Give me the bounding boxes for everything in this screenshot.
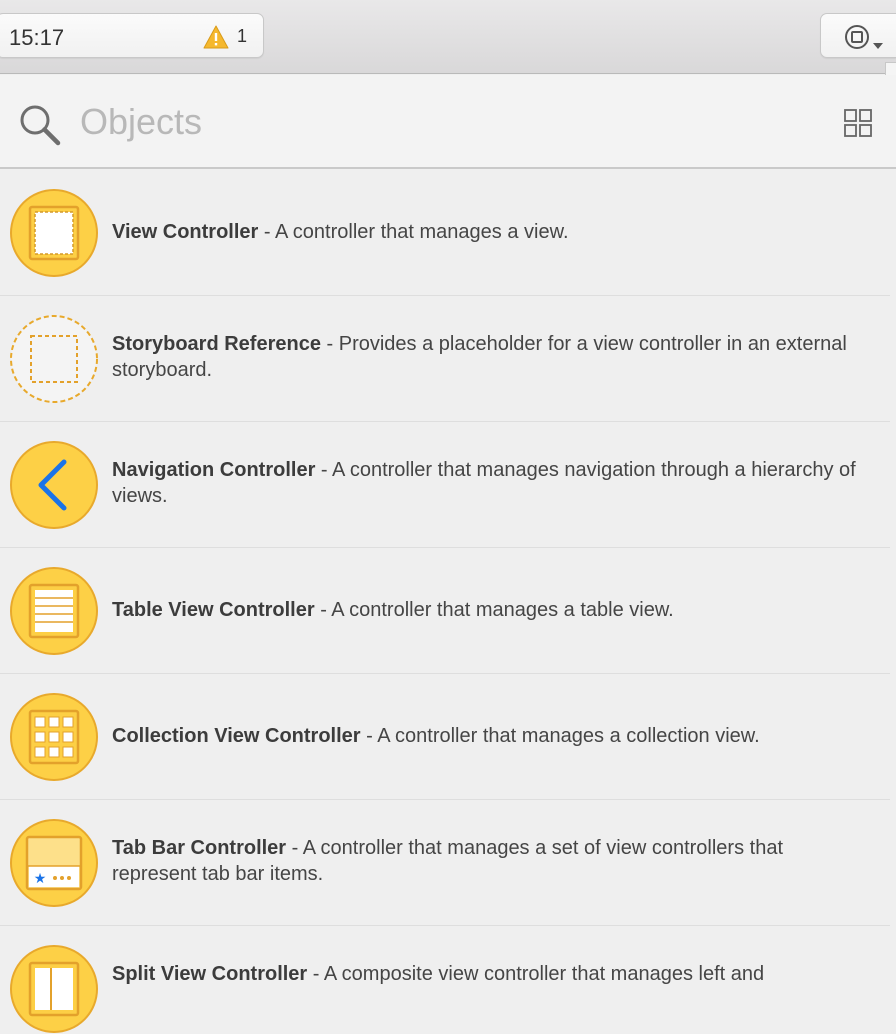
list-item-navigation-controller[interactable]: Navigation Controller - A controller tha… bbox=[0, 422, 890, 548]
list-item-title: Tab Bar Controller bbox=[112, 837, 287, 859]
table-view-icon bbox=[10, 567, 98, 655]
list-item-table-view-controller[interactable]: Table View Controller - A controller tha… bbox=[0, 548, 890, 674]
list-item-description: - A controller that manages a view. bbox=[258, 221, 569, 243]
list-item-title: View Controller bbox=[112, 221, 259, 243]
tab-bar-icon: ★ bbox=[10, 819, 98, 907]
list-item-text: Split View Controller - A composite view… bbox=[112, 961, 872, 987]
list-item-text: Tab Bar Controller - A controller that m… bbox=[112, 835, 872, 887]
list-item-split-view-controller[interactable]: Split View Controller - A composite view… bbox=[0, 926, 890, 1033]
scheme-stop-button[interactable] bbox=[820, 13, 896, 58]
list-item-tab-bar-controller[interactable]: ★ Tab Bar Controller - A controller that… bbox=[0, 800, 890, 926]
search-icon bbox=[20, 105, 61, 146]
navigation-back-chevron-icon bbox=[10, 441, 98, 529]
list-item-view-controller[interactable]: View Controller - A controller that mana… bbox=[0, 170, 890, 296]
status-time: 15:17 bbox=[9, 25, 65, 50]
collection-view-icon bbox=[10, 693, 98, 781]
list-item-title: Table View Controller bbox=[112, 599, 315, 621]
warning-icon[interactable] bbox=[203, 25, 229, 49]
search-input[interactable] bbox=[80, 97, 780, 147]
list-item-title: Collection View Controller bbox=[112, 725, 361, 747]
activity-status[interactable]: 15:17 1 bbox=[0, 13, 264, 58]
list-item-title: Split View Controller bbox=[112, 963, 308, 985]
list-item-description: - A composite view controller that manag… bbox=[307, 963, 765, 985]
list-item-text: Storyboard Reference - Provides a placeh… bbox=[112, 331, 872, 383]
list-item-description: - A controller that manages a table view… bbox=[314, 599, 674, 621]
list-item-description: - A controller that manages a collection… bbox=[360, 725, 760, 747]
list-item-text: Table View Controller - A controller tha… bbox=[112, 597, 872, 623]
stop-icon bbox=[845, 25, 883, 49]
storyboard-reference-icon bbox=[10, 315, 98, 403]
view-controller-icon bbox=[10, 189, 98, 277]
list-item-title: Navigation Controller bbox=[112, 459, 316, 481]
svg-text:★: ★ bbox=[34, 871, 47, 887]
list-item-collection-view-controller[interactable]: Collection View Controller - A controlle… bbox=[0, 674, 890, 800]
list-item-title: Storyboard Reference bbox=[112, 333, 321, 355]
list-item-text: Navigation Controller - A controller tha… bbox=[112, 457, 872, 509]
warning-count: 1 bbox=[237, 26, 248, 46]
list-item-text: Collection View Controller - A controlle… bbox=[112, 723, 872, 749]
object-library-filter-bar bbox=[0, 75, 896, 169]
split-view-icon bbox=[10, 945, 98, 1033]
list-item-text: View Controller - A controller that mana… bbox=[112, 219, 872, 245]
object-library-list: View Controller - A controller that mana… bbox=[0, 170, 896, 1033]
list-item-storyboard-reference[interactable]: Storyboard Reference - Provides a placeh… bbox=[0, 296, 890, 422]
grid-view-icon[interactable] bbox=[843, 108, 873, 138]
window-toolbar: 15:17 1 bbox=[0, 0, 896, 100]
